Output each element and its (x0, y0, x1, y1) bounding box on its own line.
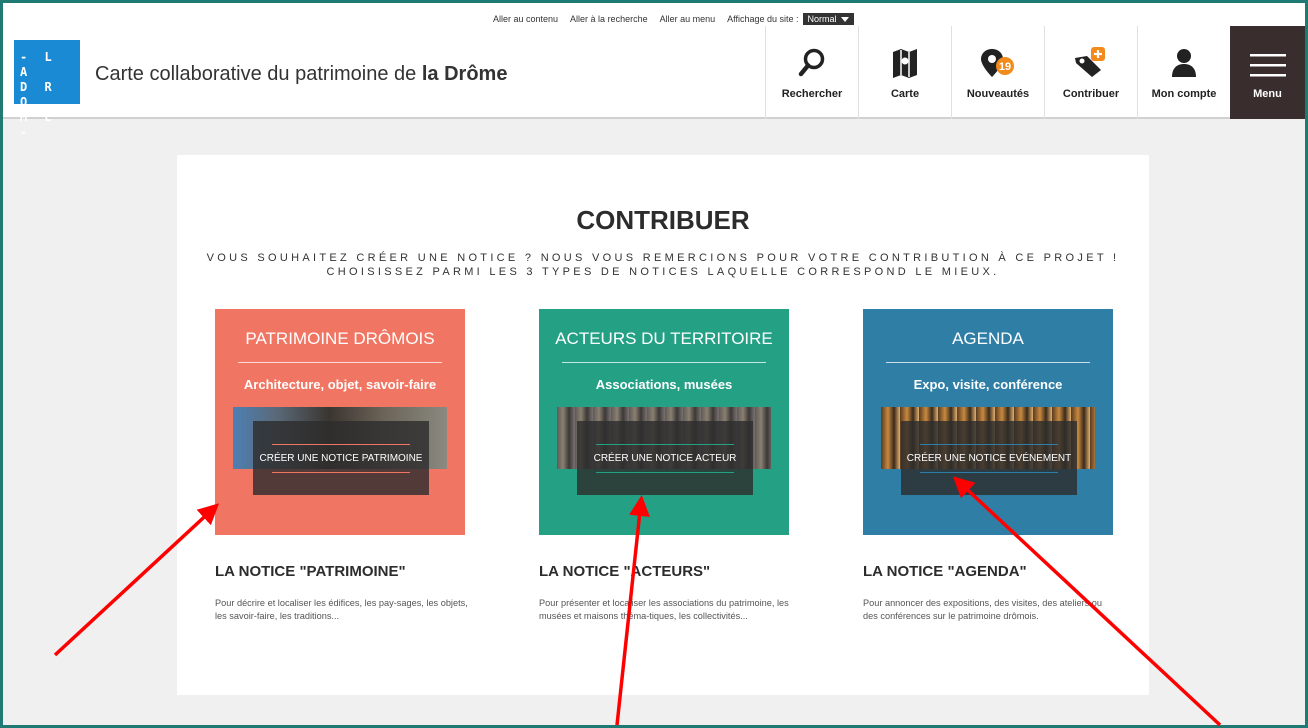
button-line (596, 443, 734, 445)
nav-search-label: Rechercher (781, 88, 843, 100)
accessibility-links: Aller au contenu Aller à la recherche Al… (493, 12, 854, 26)
card-title: ACTEURS DU TERRITOIRE (555, 329, 773, 348)
display-mode-value: Normal (807, 14, 837, 24)
logo-line: M E - (20, 110, 57, 139)
notice-patrimoine-description: Pour décrire et localiser les édifices, … (215, 598, 468, 621)
map-pin-icon: 19 (980, 42, 1016, 78)
card-agenda[interactable]: AGENDA Expo, visite, conférence CRÉER UN… (863, 309, 1113, 535)
tag-add-icon (1074, 42, 1108, 78)
button-line (272, 443, 410, 445)
subtitle-line: VOUS SOUHAITEZ CRÉER UNE NOTICE ? NOUS V… (206, 252, 1120, 264)
page-frame: Aller au contenu Aller à la recherche Al… (3, 3, 1305, 725)
user-icon (1170, 42, 1198, 78)
create-notice-evenement-button[interactable]: CRÉER UNE NOTICE EVÉNEMENT (901, 421, 1077, 495)
main-nav: Rechercher Carte 19 Nouveautés Contribue… (765, 26, 1305, 119)
notice-acteurs-title: LA NOTICE "ACTEURS" (539, 563, 711, 580)
skip-to-menu-link[interactable]: Aller au menu (660, 14, 716, 24)
create-notice-acteur-button[interactable]: CRÉER UNE NOTICE ACTEUR (577, 421, 753, 495)
contribute-panel: CONTRIBUER VOUS SOUHAITEZ CRÉER UNE NOTI… (177, 155, 1149, 695)
la-drome-logo[interactable]: - L A D R O M E - (14, 40, 80, 139)
button-label: CRÉER UNE NOTICE ACTEUR (593, 452, 737, 464)
card-title: PATRIMOINE DRÔMOIS (245, 329, 435, 348)
nav-search-button[interactable]: Rechercher (765, 26, 858, 119)
nav-account-button[interactable]: Mon compte (1137, 26, 1230, 119)
skip-to-content-link[interactable]: Aller au contenu (493, 14, 558, 24)
hamburger-menu-icon (1249, 42, 1286, 78)
display-mode-select[interactable]: Normal (802, 13, 854, 25)
page-subtitle: VOUS SOUHAITEZ CRÉER UNE NOTICE ? NOUS V… (177, 251, 1149, 279)
site-title-prefix: Carte collaborative du patrimoine de (95, 63, 422, 85)
skip-to-search-link[interactable]: Aller à la recherche (570, 14, 648, 24)
logo-line: - L A (20, 50, 57, 79)
notice-patrimoine-title: LA NOTICE "PATRIMOINE" (215, 563, 406, 580)
nav-menu-label: Menu (1253, 88, 1282, 100)
nav-news-label: Nouveautés (966, 88, 1030, 100)
page-title: CONTRIBUER (576, 205, 750, 235)
nav-contribute-label: Contribuer (1062, 88, 1120, 100)
logo-line: D R O (20, 80, 57, 109)
button-line (272, 471, 410, 473)
site-title[interactable]: Carte collaborative du patrimoine de la … (95, 63, 507, 86)
map-icon (891, 42, 919, 78)
caret-down-icon (840, 16, 849, 22)
notice-acteurs-description: Pour présenter et localiser les associat… (539, 598, 789, 621)
nav-contribute-button[interactable]: Contribuer (1044, 26, 1137, 119)
button-line (920, 443, 1058, 445)
notice-agenda-title: LA NOTICE "AGENDA" (863, 563, 1027, 580)
nav-map-button[interactable]: Carte (858, 26, 951, 119)
notice-agenda-description: Pour annoncer des expositions, des visit… (863, 598, 1103, 621)
card-patrimoine[interactable]: PATRIMOINE DRÔMOIS Architecture, objet, … (215, 309, 465, 535)
button-line (920, 471, 1058, 473)
create-notice-patrimoine-button[interactable]: CRÉER UNE NOTICE PATRIMOINE (253, 421, 429, 495)
nav-map-label: Carte (890, 88, 920, 100)
button-line (596, 471, 734, 473)
card-divider (238, 362, 442, 363)
card-subtitle: Expo, visite, conférence (913, 377, 1063, 392)
button-label: CRÉER UNE NOTICE PATRIMOINE (259, 452, 423, 464)
card-divider (886, 362, 1090, 363)
card-acteurs[interactable]: ACTEURS DU TERRITOIRE Associations, musé… (539, 309, 789, 535)
nav-news-button[interactable]: 19 Nouveautés (951, 26, 1044, 119)
news-count-badge: 19 (999, 61, 1011, 73)
display-label: Affichage du site : (727, 14, 799, 24)
site-title-bold: la Drôme (421, 63, 508, 85)
button-label: CRÉER UNE NOTICE EVÉNEMENT (906, 452, 1072, 464)
search-icon (798, 42, 826, 78)
card-subtitle: Associations, musées (595, 377, 733, 392)
subtitle-line: CHOISISSEZ PARMI LES 3 TYPES DE NOTICES … (326, 266, 1000, 278)
site-header: Aller au contenu Aller à la recherche Al… (3, 3, 1305, 139)
card-title: AGENDA (952, 329, 1024, 348)
nav-account-label: Mon compte (1151, 88, 1217, 100)
nav-menu-button[interactable]: Menu (1230, 26, 1305, 119)
card-subtitle: Architecture, objet, savoir-faire (243, 377, 437, 392)
card-divider (562, 362, 766, 363)
